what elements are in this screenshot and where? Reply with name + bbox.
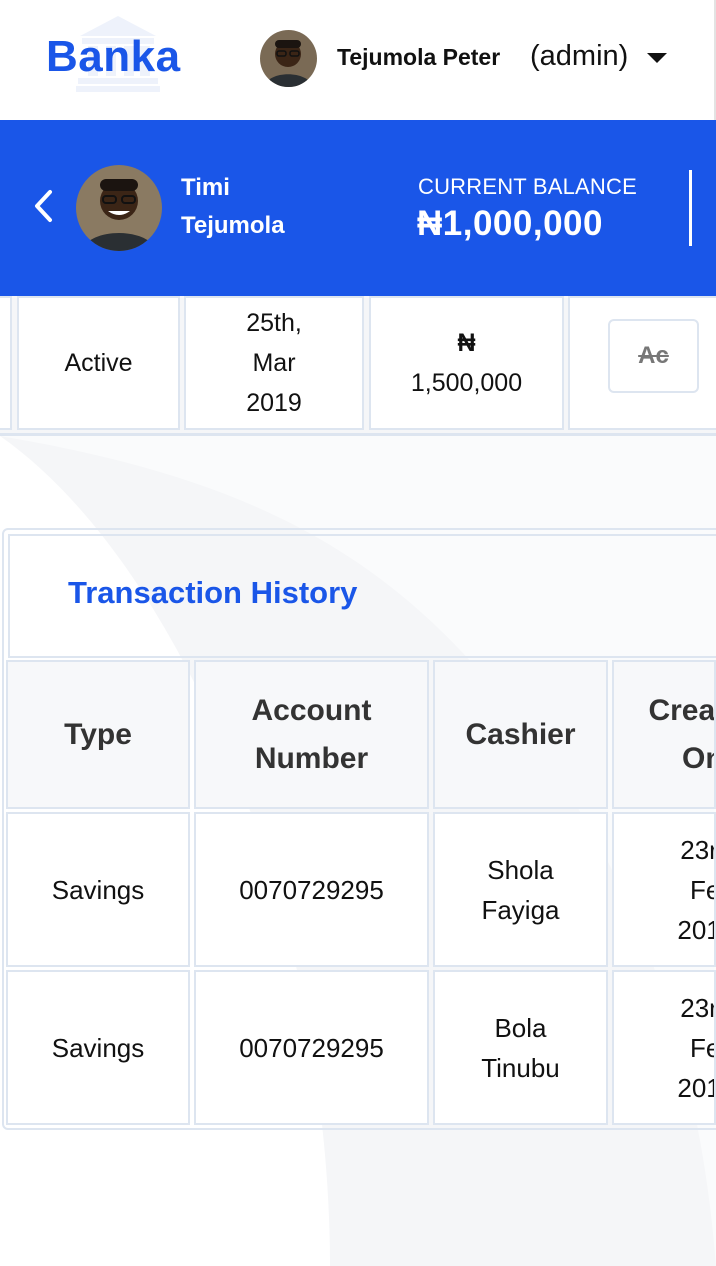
account-date-year: 2019 — [246, 389, 302, 417]
client-last-name: Tejumola — [181, 212, 285, 239]
column-header-cashier[interactable]: Cashier — [433, 660, 608, 809]
cell-text: Tinubu — [481, 1052, 560, 1083]
balance-value: ₦1,000,000 — [417, 204, 603, 243]
column-header-label: Number — [254, 741, 369, 775]
account-cell-partial — [0, 296, 12, 430]
table-cell-cashier: Bola Tinubu — [433, 970, 608, 1125]
table-cell-created-on: 23r Fel 201 — [612, 970, 716, 1125]
cell-text: Bola — [494, 1012, 547, 1043]
cell-text: 201 — [677, 1072, 714, 1103]
chevron-down-icon[interactable] — [647, 53, 667, 63]
cell-text: 23r — [680, 992, 716, 1023]
cell-text: Fel — [690, 1032, 714, 1063]
column-header-created-on[interactable]: Crea On — [612, 660, 716, 809]
cell-text: 23r — [680, 834, 716, 865]
table-cell-account-number: 0070729295 — [194, 970, 429, 1125]
cell-text: Savings — [51, 874, 145, 905]
user-avatar[interactable] — [260, 30, 317, 87]
client-first-name: Timi — [181, 174, 230, 201]
divider — [0, 433, 716, 436]
cell-text: Shola — [487, 854, 554, 885]
account-amount: 1,500,000 — [410, 369, 523, 397]
account-amount-cell: ₦ 1,500,000 — [369, 296, 564, 430]
account-status: Active — [64, 349, 133, 377]
user-name[interactable]: Tejumola Peter — [337, 44, 500, 71]
avatar-photo-icon — [260, 30, 317, 87]
cell-text: 0070729295 — [239, 1032, 384, 1063]
account-date-month: Mar — [252, 349, 296, 377]
column-header-label: Crea — [648, 693, 716, 727]
brand-logo[interactable]: Banka — [46, 14, 196, 94]
column-header-label: Account — [251, 693, 372, 727]
top-navbar: Banka Tejumola Peter (admin) — [0, 0, 716, 120]
column-header-type[interactable]: Type — [6, 660, 190, 809]
table-cell-account-number: 0070729295 — [194, 812, 429, 967]
column-header-label: On — [682, 741, 714, 775]
account-status-cell: Active — [17, 296, 180, 430]
cell-text: Fayiga — [481, 894, 560, 925]
table-cell-cashier: Shola Fayiga — [433, 812, 608, 967]
brand-name: Banka — [46, 32, 181, 81]
account-date-cell: 25th, Mar 2019 — [184, 296, 364, 430]
client-avatar — [76, 165, 162, 251]
table-cell-type: Savings — [6, 970, 190, 1125]
account-action-button[interactable]: Ac — [608, 319, 699, 393]
account-banner: Timi Tejumola CURRENT BALANCE ₦1,000,000 — [0, 120, 716, 296]
cell-text: 0070729295 — [239, 874, 384, 905]
column-header-label: Type — [64, 717, 132, 751]
account-date-day: 25th, — [246, 309, 302, 337]
user-role[interactable]: (admin) — [530, 40, 628, 73]
cell-text: Fel — [690, 874, 714, 905]
currency-symbol: ₦ — [457, 329, 476, 357]
chevron-left-icon[interactable] — [32, 188, 54, 224]
table-cell-created-on: 23r Fel 201 — [612, 812, 716, 967]
balance-label: CURRENT BALANCE — [418, 174, 637, 199]
table-cell-type: Savings — [6, 812, 190, 967]
column-header-label: Cashier — [465, 717, 576, 751]
column-header-account-number[interactable]: Account Number — [194, 660, 429, 809]
cell-text: Savings — [51, 1032, 145, 1063]
client-photo-icon — [76, 165, 162, 251]
transaction-history-title: Transaction History — [68, 575, 358, 610]
cell-text: 201 — [677, 914, 714, 945]
banner-divider — [689, 170, 692, 246]
